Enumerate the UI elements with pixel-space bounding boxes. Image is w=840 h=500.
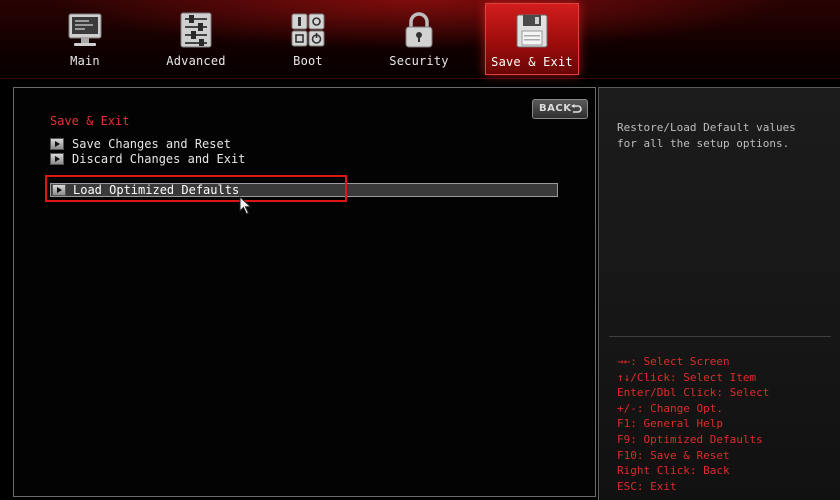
key-hint-select-item: ↑↓/Click: Select Item — [617, 370, 757, 384]
tab-main[interactable]: Main — [39, 3, 131, 73]
help-divider — [609, 336, 831, 337]
tab-boot-label: Boot — [293, 54, 323, 68]
discard-changes-exit-label: Discard Changes and Exit — [72, 152, 246, 166]
boot-devices-icon — [291, 13, 325, 47]
key-hint-select: Enter/Dbl Click: Select — [617, 386, 770, 400]
submenu-arrow-icon — [50, 153, 64, 165]
selection-highlight-box — [45, 175, 347, 202]
key-legend: →←: Select Screen ↑↓/Click: Select Item … — [617, 354, 837, 494]
padlock-icon — [405, 12, 433, 48]
key-hint-back: Right Click: Back — [617, 464, 730, 478]
tab-save-exit-label: Save & Exit — [491, 55, 573, 69]
save-changes-reset-label: Save Changes and Reset — [72, 137, 231, 151]
help-panel: Restore/Load Default values for all the … — [598, 87, 840, 500]
discard-changes-exit-item[interactable]: Discard Changes and Exit — [50, 152, 350, 167]
return-arrow-icon — [571, 104, 582, 113]
submenu-arrow-icon — [50, 138, 64, 150]
key-hint-change-opt: +/-: Change Opt. — [617, 401, 723, 415]
monitor-icon — [68, 13, 102, 46]
sliders-icon — [180, 12, 212, 48]
tab-advanced-label: Advanced — [166, 54, 226, 68]
main-panel: Save & Exit BACK Save Changes and Reset … — [13, 87, 596, 497]
floppy-disk-icon — [516, 14, 548, 48]
mouse-cursor-icon — [239, 196, 252, 215]
tab-advanced[interactable]: Advanced — [150, 3, 242, 73]
back-button-label: BACK — [539, 103, 572, 114]
tab-security[interactable]: Security — [373, 3, 465, 73]
key-hint-exit: ESC: Exit — [617, 479, 677, 493]
key-hint-select-screen: →←: Select Screen — [617, 355, 730, 368]
tab-boot[interactable]: Boot — [262, 3, 354, 73]
tab-save-exit[interactable]: Save & Exit — [485, 3, 579, 75]
key-hint-optimized-defaults: F9: Optimized Defaults — [617, 432, 763, 446]
save-changes-reset-item[interactable]: Save Changes and Reset — [50, 137, 350, 152]
top-navigation-bar: Main Advanced Boot Security Save & Exit — [0, 0, 840, 79]
help-description: Restore/Load Default values for all the … — [617, 121, 796, 150]
tab-main-label: Main — [70, 54, 100, 68]
back-button[interactable]: BACK — [532, 99, 588, 119]
tab-security-label: Security — [389, 54, 449, 68]
key-hint-general-help: F1: General Help — [617, 417, 723, 431]
key-hint-save-reset: F10: Save & Reset — [617, 448, 730, 462]
section-title: Save & Exit — [50, 114, 130, 128]
